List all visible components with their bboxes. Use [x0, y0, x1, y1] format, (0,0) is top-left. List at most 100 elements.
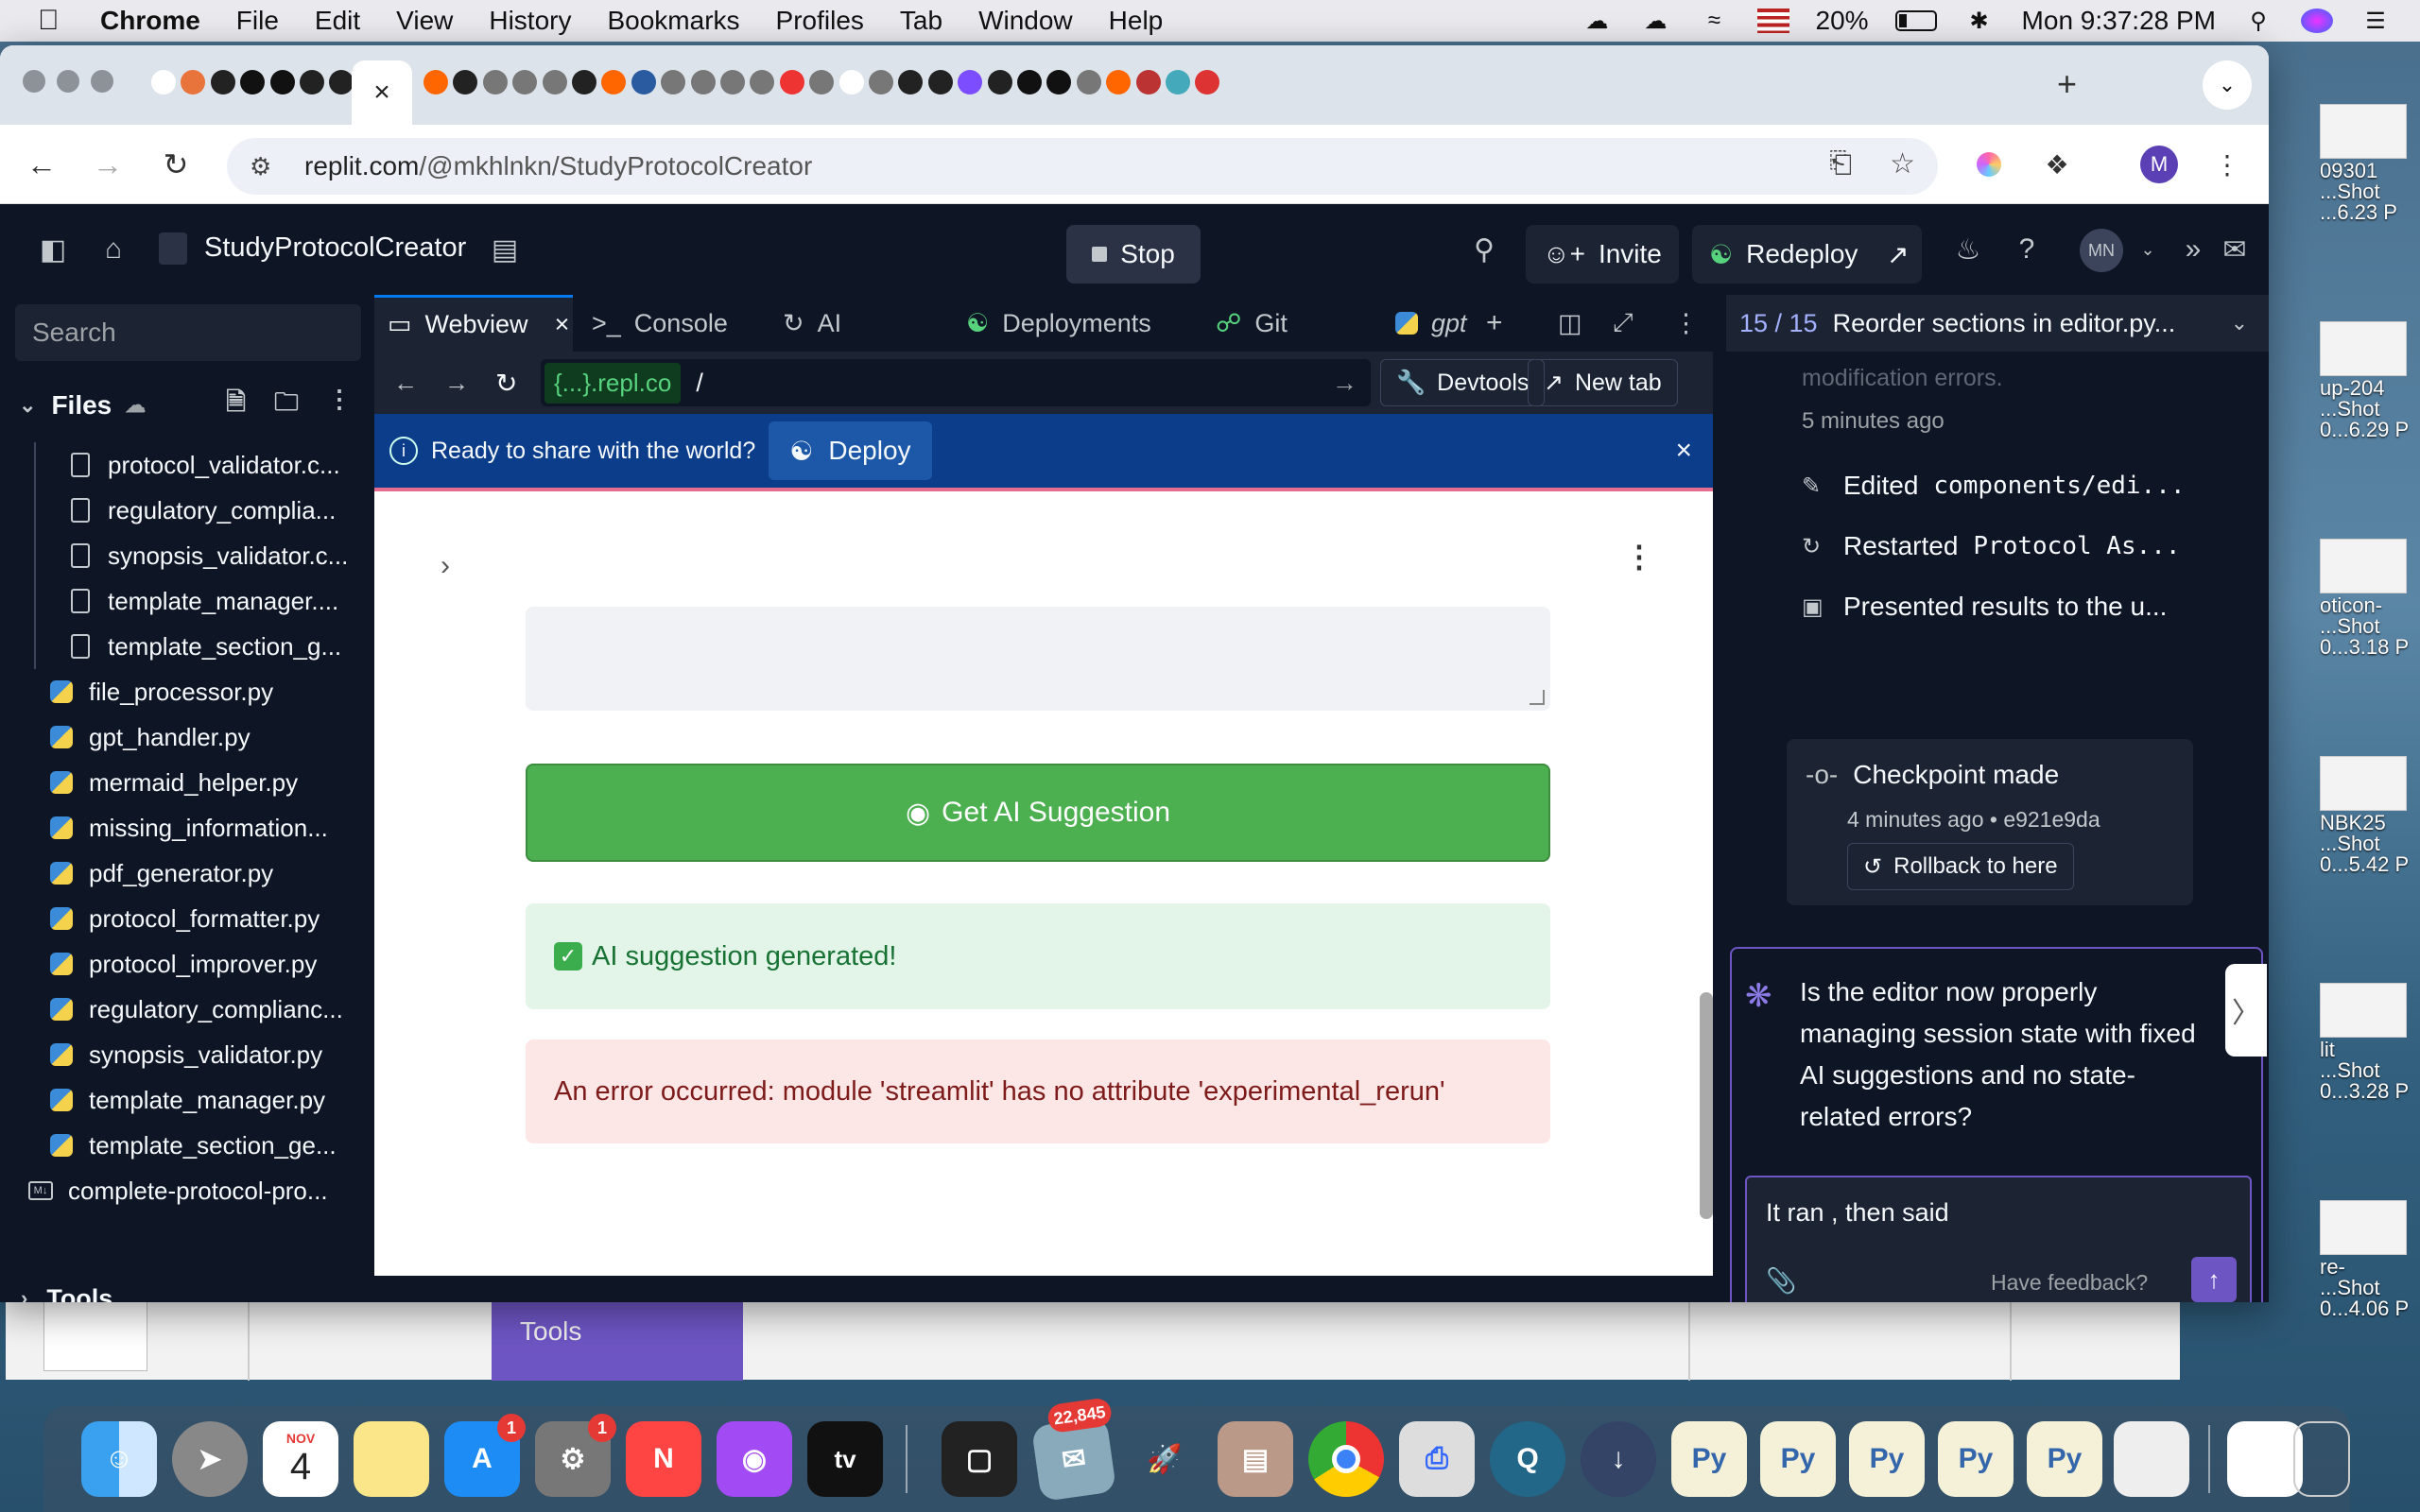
avatar-chevron-icon[interactable]: ⌄	[2129, 231, 2167, 268]
clock[interactable]: Mon 9:37:28 PM	[2022, 6, 2216, 36]
go-arrow-icon[interactable]: →	[1332, 369, 1357, 398]
text-document-icon[interactable]	[2114, 1421, 2189, 1497]
app-store-icon[interactable]: A1	[444, 1414, 526, 1497]
back-button[interactable]: ←	[21, 144, 62, 185]
menu-help[interactable]: Help	[1109, 6, 1164, 36]
python-launcher-icon[interactable]: Py	[2027, 1421, 2102, 1497]
file-tree-item[interactable]: synopsis_validator.py	[0, 1032, 371, 1077]
cloud-download-icon[interactable]: ☁	[1640, 9, 1672, 34]
cube-app-icon[interactable]: ▢	[942, 1421, 1017, 1497]
open-deployment-button[interactable]: ↗	[1874, 225, 1923, 284]
browser-tab[interactable]	[896, 60, 925, 104]
tab-git[interactable]: ☍ Git	[1216, 295, 1288, 352]
creative-cloud-icon[interactable]: ☁	[1582, 9, 1614, 34]
menu-edit[interactable]: Edit	[315, 6, 360, 36]
browser-tab[interactable]	[630, 60, 658, 104]
file-tree-item[interactable]: pdf_generator.py	[0, 850, 371, 896]
desktop-file-icon[interactable]: 09301 ...Shot ...6.23 P	[2320, 104, 2414, 223]
project-title[interactable]: StudyProtocolCreator	[204, 232, 466, 264]
finder-icon[interactable]: ☺	[81, 1421, 157, 1497]
reply-input[interactable]: It ran , then said 📎 Have feedback? ↑	[1745, 1176, 2252, 1302]
preview-icon[interactable]: ▤	[1218, 1421, 1293, 1497]
install-app-icon[interactable]: ⎗	[1829, 147, 1852, 180]
help-icon[interactable]: ?	[2008, 231, 2046, 268]
browser-tab[interactable]	[510, 60, 539, 104]
browser-tab[interactable]	[689, 60, 717, 104]
browser-tab[interactable]	[659, 60, 687, 104]
recent-document-icon[interactable]	[2227, 1421, 2303, 1497]
browser-tab[interactable]	[599, 60, 628, 104]
toggle-sidebar-icon[interactable]: ◧	[34, 231, 72, 268]
browser-tab[interactable]	[986, 60, 1014, 104]
attach-paperclip-icon[interactable]: 📎	[1766, 1266, 1796, 1296]
reload-button[interactable]: ↻	[155, 144, 197, 185]
stop-button[interactable]: Stop	[1066, 225, 1201, 284]
action-restarted[interactable]: ↻ Restarted Protocol As...	[1802, 531, 2218, 561]
more-icon[interactable]: ⋮	[327, 385, 352, 426]
wifi-icon[interactable]: ≈	[1699, 8, 1731, 33]
forward-button[interactable]: →	[87, 144, 129, 185]
close-banner-icon[interactable]: ×	[1675, 435, 1692, 467]
quicktime-icon[interactable]: Q	[1490, 1421, 1565, 1497]
redeploy-button[interactable]: ☯ Redeploy	[1692, 225, 1876, 284]
sidebar-handle-icon[interactable]: 〉	[2225, 964, 2267, 1057]
feedback-link[interactable]: Have feedback?	[1991, 1270, 2148, 1296]
open-new-tab-button[interactable]: ↗ New tab	[1528, 359, 1678, 406]
browser-tab[interactable]	[451, 60, 479, 104]
menu-tab[interactable]: Tab	[900, 6, 942, 36]
browser-tab[interactable]	[867, 60, 895, 104]
get-ai-suggestion-button[interactable]: ◉ Get AI Suggestion	[526, 764, 1550, 862]
feedback-icon[interactable]: ✉	[2216, 231, 2254, 268]
file-tree-item[interactable]: protocol_formatter.py	[0, 896, 371, 941]
file-tree-item[interactable]: template_section_g...	[0, 624, 371, 669]
menu-window[interactable]: Window	[978, 6, 1073, 36]
apple-icon[interactable]: 	[38, 5, 76, 37]
app-menu-icon[interactable]: ⋮	[1624, 539, 1654, 575]
file-tree-item[interactable]: template_manager.py	[0, 1077, 371, 1123]
file-tree-item[interactable]: M↓ complete-protocol-pro...	[0, 1168, 371, 1213]
browser-tab[interactable]	[1193, 60, 1221, 104]
browser-tab[interactable]	[807, 60, 836, 104]
new-tab-button[interactable]: +	[2057, 64, 2077, 104]
browser-tab[interactable]	[1134, 60, 1163, 104]
file-tree-item[interactable]: regulatory_complia...	[0, 488, 371, 533]
python-launcher-icon[interactable]: Py	[1760, 1421, 1836, 1497]
calendar-icon[interactable]: NOV 4	[263, 1421, 338, 1497]
browser-tab[interactable]	[956, 60, 984, 104]
browser-tab[interactable]	[422, 60, 450, 104]
tools-section-header[interactable]: › Tools	[0, 1276, 371, 1303]
split-pane-icon[interactable]: ◫	[1558, 295, 1582, 352]
trash-icon[interactable]	[2293, 1421, 2350, 1497]
tab-console[interactable]: >_ Console	[592, 295, 728, 352]
site-settings-icon[interactable]: ⚙	[250, 152, 287, 181]
webview-url-input[interactable]: {...}.repl.co / →	[541, 359, 1371, 406]
browser-tab[interactable]	[748, 60, 776, 104]
chrome-icon[interactable]	[1308, 1421, 1384, 1497]
webview-reload-icon[interactable]: ↻	[495, 368, 517, 399]
pane-menu-icon[interactable]: ⋮	[1673, 295, 1699, 352]
browser-tab[interactable]	[1075, 60, 1103, 104]
desktop-file-icon[interactable]: lit ...Shot 0...3.28 P	[2320, 983, 2414, 1102]
file-tree-item[interactable]: file_processor.py	[0, 669, 371, 714]
action-edited[interactable]: ✎ Edited components/edi...	[1802, 471, 2218, 501]
mail-stamp-icon[interactable]: ✉ 22,845	[1030, 1397, 1117, 1503]
file-tree-item[interactable]: template_section_ge...	[0, 1123, 371, 1168]
extension-icon[interactable]	[1970, 146, 2008, 183]
new-folder-icon[interactable]: 🗀	[274, 385, 299, 426]
browser-tab[interactable]	[1164, 60, 1192, 104]
browser-tab[interactable]	[149, 60, 178, 104]
collapse-panel-icon[interactable]: »	[2174, 231, 2212, 268]
siri-icon[interactable]	[2301, 9, 2333, 33]
browser-tab[interactable]	[718, 60, 747, 104]
browser-tab[interactable]	[481, 60, 510, 104]
zoom-window-button[interactable]	[91, 70, 113, 93]
browser-tab[interactable]	[926, 60, 955, 104]
app-menu[interactable]: Chrome	[100, 6, 200, 36]
desktop-file-icon[interactable]: oticon- ...Shot 0...3.18 P	[2320, 539, 2414, 658]
control-center-icon[interactable]: ☰	[2360, 9, 2392, 34]
home-icon[interactable]: ⌂	[95, 231, 132, 268]
podcasts-icon[interactable]: ◉	[717, 1421, 792, 1497]
bluetooth-icon[interactable]: ✱	[1963, 9, 1996, 34]
python-launcher-icon[interactable]: Py	[1671, 1421, 1747, 1497]
maximize-icon[interactable]: ⤢	[1613, 295, 1634, 352]
